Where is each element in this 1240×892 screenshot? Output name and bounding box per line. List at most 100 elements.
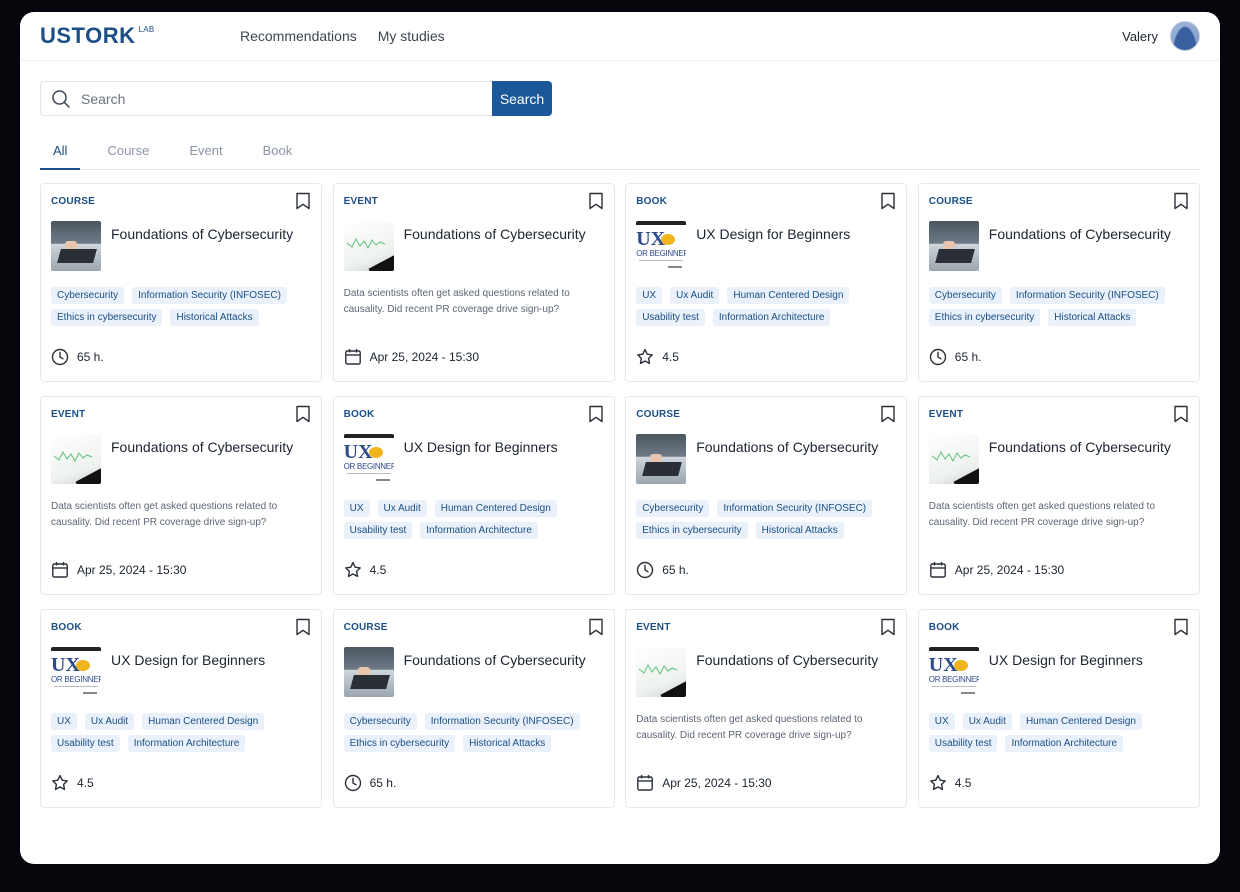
tag[interactable]: Ethics in cybersecurity bbox=[636, 522, 748, 539]
event-card[interactable]: EVENT Foundations of Cybersecurity Data … bbox=[332, 183, 615, 382]
tag[interactable]: Ux Audit bbox=[84, 713, 135, 730]
book-card[interactable]: BOOK UX OR BEGINNER UX Design for Beginn… bbox=[625, 183, 908, 382]
avatar[interactable] bbox=[1170, 21, 1200, 51]
card-title[interactable]: Foundations of Cybersecurity bbox=[989, 438, 1171, 456]
card-title[interactable]: Foundations of Cybersecurity bbox=[404, 225, 586, 243]
search-icon bbox=[52, 89, 70, 108]
tag[interactable]: Information Security (INFOSEC) bbox=[132, 287, 287, 304]
user-menu[interactable]: Valery bbox=[1122, 21, 1200, 51]
results-grid: COURSE Foundations of Cybersecurity Cybe… bbox=[40, 183, 1200, 808]
event-thumbnail bbox=[928, 434, 979, 484]
tab-course[interactable]: Course bbox=[94, 138, 162, 170]
tag[interactable]: Ethics in cybersecurity bbox=[928, 309, 1041, 326]
bookmark-icon[interactable] bbox=[880, 405, 896, 423]
bookmark-icon[interactable] bbox=[1173, 405, 1189, 423]
event-card[interactable]: EVENT Foundations of Cybersecurity Data … bbox=[40, 396, 322, 595]
rating-text: 4.5 bbox=[662, 350, 679, 364]
tab-all[interactable]: All bbox=[40, 138, 81, 170]
tag[interactable]: Usability test bbox=[51, 735, 120, 752]
tag[interactable]: Historical Attacks bbox=[1048, 309, 1137, 326]
bookmark-icon[interactable] bbox=[880, 618, 896, 636]
tag[interactable]: Historical Attacks bbox=[755, 522, 844, 539]
calendar-icon bbox=[637, 775, 654, 791]
card-title[interactable]: Foundations of Cybersecurity bbox=[404, 651, 586, 669]
rating-text: 4.5 bbox=[369, 563, 387, 577]
bookmark-icon[interactable] bbox=[588, 618, 604, 636]
tag[interactable]: UX bbox=[51, 713, 77, 730]
nav-my-studies[interactable]: My studies bbox=[378, 28, 445, 44]
tag[interactable]: UX bbox=[636, 287, 663, 304]
card-title[interactable]: UX Design for Beginners bbox=[404, 438, 558, 456]
card-title[interactable]: UX Design for Beginners bbox=[696, 225, 850, 243]
book-card[interactable]: BOOK UX OR BEGINNER UX Design for Beginn… bbox=[40, 609, 322, 808]
tag[interactable]: Information Architecture bbox=[420, 522, 538, 539]
tag-list: UX Ux Audit Human Centered Design Usabil… bbox=[928, 713, 1179, 752]
tag[interactable]: Historical Attacks bbox=[170, 309, 259, 326]
tag[interactable]: Human Centered Design bbox=[142, 713, 265, 730]
card-meta: 65 h. bbox=[344, 774, 396, 792]
tag[interactable]: Ethics in cybersecurity bbox=[343, 735, 456, 752]
tag[interactable]: Cybersecurity bbox=[51, 287, 125, 304]
tag[interactable]: Usability test bbox=[928, 735, 998, 752]
tag[interactable]: Cybersecurity bbox=[928, 287, 1002, 304]
card-title[interactable]: Foundations of Cybersecurity bbox=[111, 225, 293, 243]
course-card[interactable]: COURSE Foundations of Cybersecurity Cybe… bbox=[917, 183, 1200, 382]
tag[interactable]: Ux Audit bbox=[670, 287, 720, 304]
event-date-text: Apr 25, 2024 - 15:30 bbox=[662, 776, 772, 790]
event-card[interactable]: EVENT Foundations of Cybersecurity Data … bbox=[625, 609, 908, 808]
card-meta: Apr 25, 2024 - 15:30 bbox=[636, 774, 772, 792]
course-card[interactable]: COURSE Foundations of Cybersecurity Cybe… bbox=[332, 609, 615, 808]
tag[interactable]: Human Centered Design bbox=[434, 500, 557, 517]
bookmark-icon[interactable] bbox=[880, 192, 896, 210]
tag[interactable]: Human Centered Design bbox=[1019, 713, 1142, 730]
tag[interactable]: Information Architecture bbox=[1005, 735, 1124, 752]
bookmark-icon[interactable] bbox=[1173, 618, 1189, 636]
calendar-icon bbox=[52, 562, 68, 578]
event-card[interactable]: EVENT Foundations of Cybersecurity Data … bbox=[917, 396, 1200, 595]
course-thumbnail bbox=[51, 221, 101, 271]
card-title[interactable]: Foundations of Cybersecurity bbox=[989, 225, 1171, 243]
nav-recommendations[interactable]: Recommendations bbox=[240, 28, 357, 44]
card-title[interactable]: Foundations of Cybersecurity bbox=[696, 438, 878, 456]
filter-tabs: All Course Event Book bbox=[40, 138, 1200, 170]
tab-book[interactable]: Book bbox=[250, 138, 306, 170]
card-meta: 4.5 bbox=[929, 774, 971, 792]
card-type-label: EVENT bbox=[343, 196, 378, 207]
tag[interactable]: Information Architecture bbox=[712, 309, 831, 326]
tag[interactable]: Information Security (INFOSEC) bbox=[717, 500, 873, 517]
bookmark-icon[interactable] bbox=[295, 405, 311, 423]
bookmark-icon[interactable] bbox=[588, 192, 604, 210]
tag[interactable]: Ethics in cybersecurity bbox=[51, 309, 163, 326]
bookmark-icon[interactable] bbox=[588, 405, 604, 423]
tag[interactable]: Historical Attacks bbox=[463, 735, 552, 752]
tag[interactable]: Information Security (INFOSEC) bbox=[424, 713, 580, 730]
tag[interactable]: Information Architecture bbox=[127, 735, 246, 752]
card-title[interactable]: UX Design for Beginners bbox=[989, 651, 1143, 669]
calendar-icon bbox=[344, 349, 361, 365]
book-card[interactable]: BOOK UX OR BEGINNER UX Design for Beginn… bbox=[332, 396, 615, 595]
tag[interactable]: Usability test bbox=[343, 522, 413, 539]
bookmark-icon[interactable] bbox=[295, 192, 311, 210]
tag[interactable]: UX bbox=[343, 500, 370, 517]
tag[interactable]: Ux Audit bbox=[962, 713, 1012, 730]
card-title[interactable]: Foundations of Cybersecurity bbox=[111, 438, 293, 456]
bookmark-icon[interactable] bbox=[295, 618, 311, 636]
search-button[interactable]: Search bbox=[492, 81, 552, 116]
tag[interactable]: Human Centered Design bbox=[727, 287, 850, 304]
card-title[interactable]: Foundations of Cybersecurity bbox=[696, 651, 878, 669]
search-input[interactable] bbox=[81, 90, 461, 107]
course-card[interactable]: COURSE Foundations of Cybersecurity Cybe… bbox=[40, 183, 322, 382]
card-title[interactable]: UX Design for Beginners bbox=[111, 651, 265, 669]
tag[interactable]: Cybersecurity bbox=[636, 500, 710, 517]
tag[interactable]: Usability test bbox=[636, 309, 705, 326]
bookmark-icon[interactable] bbox=[1173, 192, 1189, 210]
book-card[interactable]: BOOK UX OR BEGINNER UX Design for Beginn… bbox=[917, 609, 1200, 808]
tab-event[interactable]: Event bbox=[176, 138, 235, 170]
course-card[interactable]: COURSE Foundations of Cybersecurity Cybe… bbox=[625, 396, 908, 595]
tag[interactable]: UX bbox=[928, 713, 955, 730]
tag[interactable]: Cybersecurity bbox=[343, 713, 417, 730]
tag[interactable]: Information Security (INFOSEC) bbox=[1009, 287, 1165, 304]
logo[interactable]: USTORK LAB bbox=[40, 24, 240, 48]
tag[interactable]: Ux Audit bbox=[377, 500, 427, 517]
card-meta: 65 h. bbox=[929, 348, 981, 366]
